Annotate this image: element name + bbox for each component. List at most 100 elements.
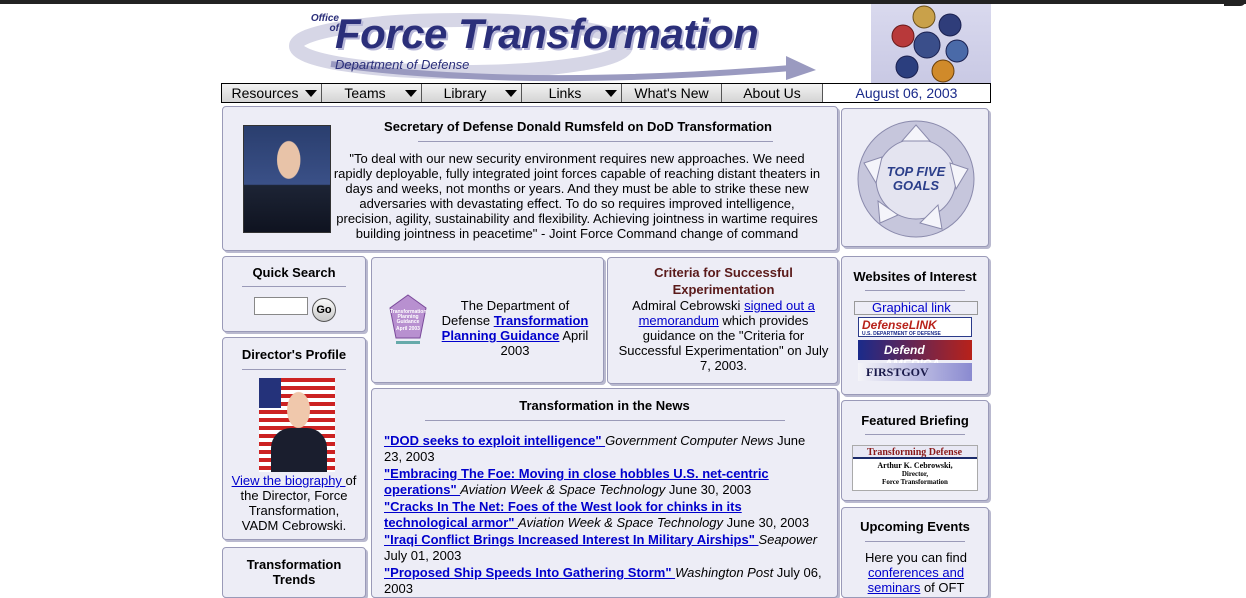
- featured-title: Featured Briefing: [861, 413, 969, 428]
- service-seals-svg: [891, 5, 969, 83]
- featured-banner-role2: Force Transformation: [882, 478, 948, 486]
- divider: [865, 434, 965, 435]
- news-source: Aviation Week & Space Technology: [460, 482, 666, 497]
- defenselink-subtitle: U.S. DEPARTMENT OF DEFENSE: [862, 331, 941, 337]
- tpg-cover-date: April 2003: [396, 326, 420, 332]
- news-item: "Cracks In The Net: Foes of the West loo…: [384, 499, 824, 531]
- news-source: Government Computer News: [605, 433, 774, 448]
- divider: [865, 290, 965, 291]
- divider: [242, 369, 346, 370]
- criteria-panel: Criteria for Successful Experimentation …: [607, 257, 838, 384]
- rumsfeld-photo: [243, 125, 331, 233]
- site-subtitle: Department of Defense: [335, 57, 470, 72]
- news-source: Seapower: [758, 532, 818, 547]
- defendamerica-banner[interactable]: Defend AMERICA: [858, 340, 972, 371]
- secdef-title: Secretary of Defense Donald Rumsfeld on …: [384, 119, 772, 134]
- chevron-down-icon: [605, 90, 617, 97]
- secdef-panel: Secretary of Defense Donald Rumsfeld on …: [222, 106, 838, 251]
- search-input[interactable]: [254, 297, 308, 315]
- divider: [865, 541, 965, 542]
- nav-library-label: Library: [443, 85, 487, 101]
- trends-panel: Transformation Trends: [222, 547, 366, 598]
- firstgov-title: FIRSTGOV: [866, 365, 929, 379]
- tpg-panel: Transformation Planning Guidance April 2…: [371, 257, 604, 383]
- events-title: Upcoming Events: [860, 519, 970, 534]
- featured-banner-role1: Director,: [901, 470, 929, 478]
- news-source: Aviation Week & Space Technology: [518, 515, 724, 530]
- defenselink-banner[interactable]: DefenseLINK U.S. DEPARTMENT OF DEFENSE: [858, 317, 972, 337]
- main-nav: Resources Teams Library Links What's New…: [221, 83, 991, 103]
- news-date: June 30, 2003: [723, 515, 810, 530]
- search-go-button[interactable]: Go: [312, 298, 336, 322]
- criteria-text1: Admiral Cebrowski: [632, 298, 745, 313]
- news-panel: Transformation in the News "DOD seeks to…: [371, 388, 838, 598]
- top-frame-corner: [1224, 0, 1246, 6]
- news-headline-link[interactable]: "DOD seeks to exploit intelligence": [384, 433, 605, 448]
- nav-whats-new-label: What's New: [634, 85, 709, 101]
- nav-about-us-label: About Us: [743, 85, 801, 101]
- nav-teams[interactable]: Teams: [322, 84, 422, 102]
- tpg-cover-line3: Guidance: [396, 319, 420, 325]
- news-item: "DOD seeks to exploit intelligence" Gove…: [384, 433, 824, 465]
- news-item: "Iraqi Conflict Brings Increased Interes…: [384, 532, 824, 564]
- news-headline-link[interactable]: "Iraqi Conflict Brings Increased Interes…: [384, 532, 759, 547]
- biography-link[interactable]: View the biography: [232, 473, 346, 488]
- nav-about-us[interactable]: About Us: [722, 84, 823, 102]
- nav-teams-label: Teams: [344, 85, 386, 101]
- tpg-cover-text: Transformation Planning Guidance April 2…: [390, 310, 426, 332]
- criteria-title: Criteria for Successful Experimentation: [654, 265, 793, 297]
- site-title[interactable]: Force Transformation: [335, 10, 759, 58]
- director-bio: View the biography of the Director, Forc…: [229, 473, 359, 533]
- current-date: August 06, 2003: [855, 85, 958, 101]
- news-list: "DOD seeks to exploit intelligence" Gove…: [384, 433, 824, 598]
- director-photo: [259, 378, 335, 472]
- featured-briefing-banner[interactable]: Transforming Defense Arthur K. Cebrowski…: [852, 445, 978, 491]
- criteria-description: Admiral Cebrowski signed out a memorandu…: [616, 298, 831, 373]
- nav-whats-new[interactable]: What's New: [622, 84, 722, 102]
- tpg-cover-thumbnail[interactable]: Transformation Planning Guidance April 2…: [388, 294, 428, 346]
- chevron-down-icon: [505, 90, 517, 97]
- page: Office of Force Transformation Department…: [221, 4, 991, 598]
- news-date: July 01, 2003: [384, 548, 462, 563]
- goals-line2: GOALS: [892, 178, 940, 193]
- nav-resources-label: Resources: [231, 85, 299, 101]
- flag-canton: [259, 378, 281, 408]
- news-date: June 30, 2003: [665, 482, 752, 497]
- service-seals-graphic: [871, 4, 991, 83]
- news-headline-link[interactable]: "Proposed Ship Speeds Into Gathering Sto…: [384, 565, 675, 580]
- nav-library[interactable]: Library: [422, 84, 522, 102]
- goals-line1: TOP FIVE: [886, 164, 946, 179]
- nav-links[interactable]: Links: [522, 84, 622, 102]
- chevron-down-icon: [305, 90, 317, 97]
- websites-panel: Websites of Interest Graphical link Defe…: [841, 256, 989, 395]
- featured-banner-title: Transforming Defense: [853, 446, 977, 459]
- firstgov-banner[interactable]: FIRSTGOV: [858, 363, 972, 381]
- events-panel: Upcoming Events Here you can find confer…: [841, 507, 989, 598]
- news-item: "Embracing The Foe: Moving in close hobb…: [384, 466, 824, 498]
- events-description: Here you can find conferences and semina…: [850, 550, 982, 595]
- divider: [424, 420, 785, 421]
- defenselink-title: DefenseLINK: [862, 318, 937, 332]
- nav-links-label: Links: [548, 85, 582, 101]
- nav-resources[interactable]: Resources: [222, 84, 322, 102]
- divider: [418, 141, 773, 142]
- news-source: Washington Post: [675, 565, 774, 580]
- news-item: "Proposed Ship Speeds Into Gathering Sto…: [384, 565, 824, 597]
- news-title: Transformation in the News: [519, 398, 690, 413]
- director-suit: [271, 428, 327, 472]
- broken-image-link[interactable]: Graphical link: [854, 301, 978, 315]
- quick-search-title: Quick Search: [252, 265, 336, 280]
- quick-search-panel: Quick Search Go: [222, 256, 366, 332]
- site-header: Office of Force Transformation Department…: [221, 4, 991, 83]
- goals-label: TOP FIVE GOALS: [856, 165, 976, 193]
- tpg-description: The Department of Defense Transformation…: [436, 298, 594, 358]
- top-five-goals-button[interactable]: TOP FIVE GOALS: [856, 119, 976, 239]
- goals-panel: TOP FIVE GOALS: [841, 108, 989, 247]
- secdef-quote: "To deal with our new security environme…: [333, 151, 821, 241]
- director-title: Director's Profile: [241, 347, 347, 362]
- chevron-down-icon: [405, 90, 417, 97]
- trends-title: Transformation Trends: [246, 557, 342, 587]
- featured-banner-name: Arthur K. Cebrowski,: [877, 461, 953, 470]
- featured-panel: Featured Briefing Transforming Defense A…: [841, 400, 989, 501]
- events-text1: Here you can find: [865, 550, 967, 565]
